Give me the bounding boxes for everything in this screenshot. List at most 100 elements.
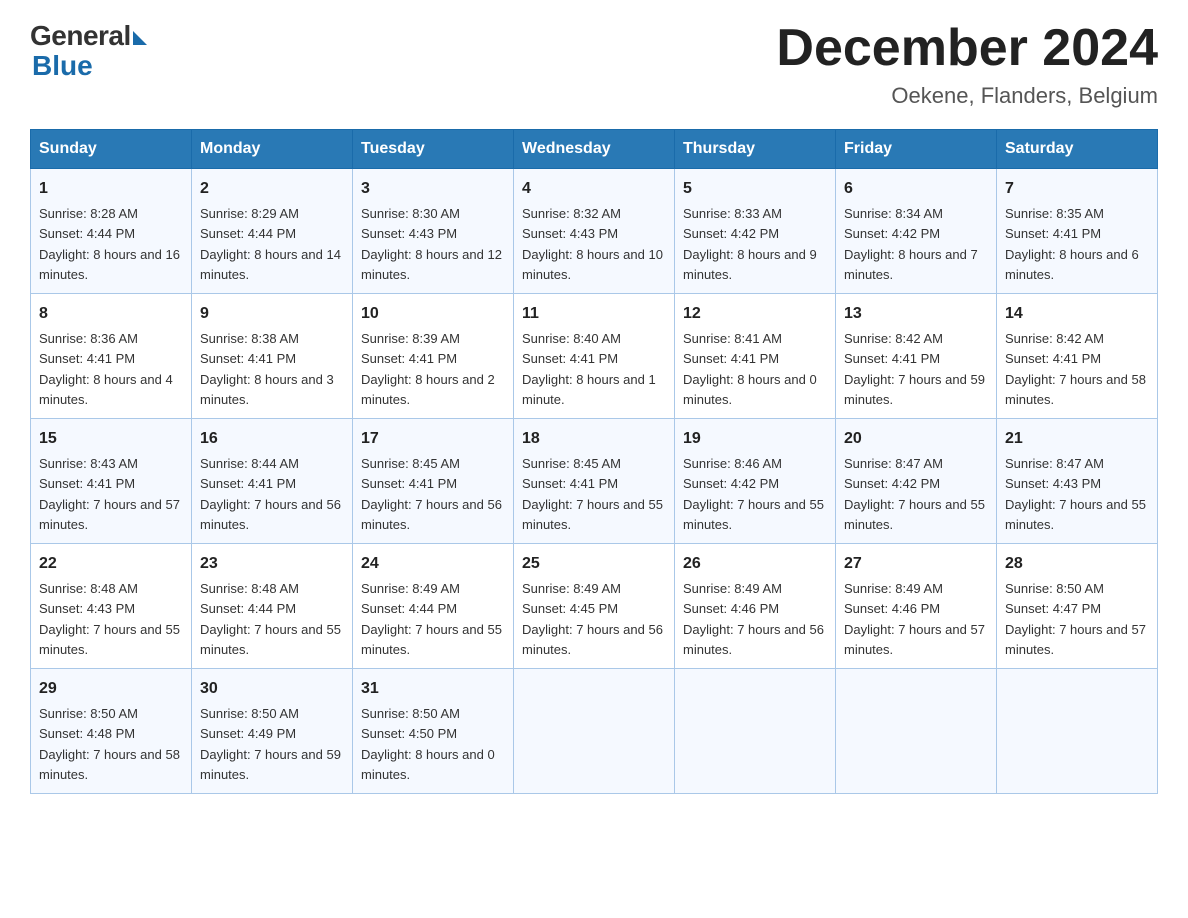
day-info: Sunrise: 8:29 AMSunset: 4:44 PMDaylight:… <box>200 206 341 282</box>
logo-blue-text: Blue <box>32 50 93 82</box>
day-number: 11 <box>522 302 666 326</box>
calendar-cell: 27Sunrise: 8:49 AMSunset: 4:46 PMDayligh… <box>836 544 997 669</box>
calendar-cell <box>836 669 997 794</box>
calendar-week-row: 1 Sunrise: 8:28 AMSunset: 4:44 PMDaylight… <box>31 169 1158 294</box>
location-subtitle: Oekene, Flanders, Belgium <box>776 83 1158 109</box>
logo: General Blue <box>30 20 147 82</box>
day-info: Sunrise: 8:49 AMSunset: 4:45 PMDaylight:… <box>522 581 663 657</box>
day-info: Sunrise: 8:49 AMSunset: 4:44 PMDaylight:… <box>361 581 502 657</box>
day-info: Sunrise: 8:50 AMSunset: 4:49 PMDaylight:… <box>200 706 341 782</box>
column-header-sunday: Sunday <box>31 130 192 169</box>
month-year-title: December 2024 <box>776 20 1158 77</box>
day-number: 23 <box>200 552 344 576</box>
calendar-cell: 4 Sunrise: 8:32 AMSunset: 4:43 PMDaylight… <box>514 169 675 294</box>
calendar-cell <box>997 669 1158 794</box>
day-number: 9 <box>200 302 344 326</box>
calendar-cell: 7Sunrise: 8:35 AMSunset: 4:41 PMDaylight… <box>997 169 1158 294</box>
day-info: Sunrise: 8:44 AMSunset: 4:41 PMDaylight:… <box>200 456 341 532</box>
day-info: Sunrise: 8:42 AMSunset: 4:41 PMDaylight:… <box>844 331 985 407</box>
day-info: Sunrise: 8:50 AMSunset: 4:47 PMDaylight:… <box>1005 581 1146 657</box>
day-info: Sunrise: 8:50 AMSunset: 4:48 PMDaylight:… <box>39 706 180 782</box>
day-number: 25 <box>522 552 666 576</box>
day-number: 3 <box>361 177 505 201</box>
day-info: Sunrise: 8:48 AMSunset: 4:43 PMDaylight:… <box>39 581 180 657</box>
calendar-cell: 1 Sunrise: 8:28 AMSunset: 4:44 PMDaylight… <box>31 169 192 294</box>
day-info: Sunrise: 8:34 AMSunset: 4:42 PMDaylight:… <box>844 206 978 282</box>
column-header-thursday: Thursday <box>675 130 836 169</box>
column-header-monday: Monday <box>192 130 353 169</box>
day-info: Sunrise: 8:47 AMSunset: 4:42 PMDaylight:… <box>844 456 985 532</box>
calendar-week-row: 8 Sunrise: 8:36 AMSunset: 4:41 PMDaylight… <box>31 294 1158 419</box>
day-info: Sunrise: 8:38 AMSunset: 4:41 PMDaylight:… <box>200 331 334 407</box>
calendar-week-row: 22Sunrise: 8:48 AMSunset: 4:43 PMDayligh… <box>31 544 1158 669</box>
day-number: 12 <box>683 302 827 326</box>
day-info: Sunrise: 8:39 AMSunset: 4:41 PMDaylight:… <box>361 331 495 407</box>
calendar-cell: 25 Sunrise: 8:49 AMSunset: 4:45 PMDayligh… <box>514 544 675 669</box>
day-number: 21 <box>1005 427 1149 451</box>
calendar-cell: 31 Sunrise: 8:50 AMSunset: 4:50 PMDayligh… <box>353 669 514 794</box>
title-block: December 2024 Oekene, Flanders, Belgium <box>776 20 1158 109</box>
day-number: 13 <box>844 302 988 326</box>
calendar-cell: 17Sunrise: 8:45 AMSunset: 4:41 PMDayligh… <box>353 419 514 544</box>
day-number: 1 <box>39 177 183 201</box>
day-number: 18 <box>522 427 666 451</box>
calendar-cell: 28 Sunrise: 8:50 AMSunset: 4:47 PMDayligh… <box>997 544 1158 669</box>
day-number: 4 <box>522 177 666 201</box>
calendar-cell: 9 Sunrise: 8:38 AMSunset: 4:41 PMDaylight… <box>192 294 353 419</box>
calendar-cell: 5 Sunrise: 8:33 AMSunset: 4:42 PMDaylight… <box>675 169 836 294</box>
day-info: Sunrise: 8:30 AMSunset: 4:43 PMDaylight:… <box>361 206 502 282</box>
calendar-cell: 18 Sunrise: 8:45 AMSunset: 4:41 PMDayligh… <box>514 419 675 544</box>
day-number: 10 <box>361 302 505 326</box>
day-number: 15 <box>39 427 183 451</box>
calendar-header-row: SundayMondayTuesdayWednesdayThursdayFrid… <box>31 130 1158 169</box>
day-number: 28 <box>1005 552 1149 576</box>
day-info: Sunrise: 8:45 AMSunset: 4:41 PMDaylight:… <box>522 456 663 532</box>
column-header-friday: Friday <box>836 130 997 169</box>
day-number: 14 <box>1005 302 1149 326</box>
calendar-week-row: 29 Sunrise: 8:50 AMSunset: 4:48 PMDayligh… <box>31 669 1158 794</box>
calendar-cell: 3 Sunrise: 8:30 AMSunset: 4:43 PMDaylight… <box>353 169 514 294</box>
day-info: Sunrise: 8:50 AMSunset: 4:50 PMDaylight:… <box>361 706 495 782</box>
calendar-cell: 10 Sunrise: 8:39 AMSunset: 4:41 PMDayligh… <box>353 294 514 419</box>
column-header-tuesday: Tuesday <box>353 130 514 169</box>
day-number: 31 <box>361 677 505 701</box>
day-info: Sunrise: 8:32 AMSunset: 4:43 PMDaylight:… <box>522 206 663 282</box>
calendar-cell: 23 Sunrise: 8:48 AMSunset: 4:44 PMDayligh… <box>192 544 353 669</box>
day-info: Sunrise: 8:42 AMSunset: 4:41 PMDaylight:… <box>1005 331 1146 407</box>
calendar-cell: 13 Sunrise: 8:42 AMSunset: 4:41 PMDayligh… <box>836 294 997 419</box>
day-info: Sunrise: 8:35 AMSunset: 4:41 PMDaylight:… <box>1005 206 1139 282</box>
calendar-cell: 15Sunrise: 8:43 AMSunset: 4:41 PMDayligh… <box>31 419 192 544</box>
calendar-cell: 6Sunrise: 8:34 AMSunset: 4:42 PMDaylight… <box>836 169 997 294</box>
day-info: Sunrise: 8:36 AMSunset: 4:41 PMDaylight:… <box>39 331 173 407</box>
day-number: 29 <box>39 677 183 701</box>
day-info: Sunrise: 8:28 AMSunset: 4:44 PMDaylight:… <box>39 206 180 282</box>
calendar-week-row: 15Sunrise: 8:43 AMSunset: 4:41 PMDayligh… <box>31 419 1158 544</box>
page-header: General Blue December 2024 Oekene, Fland… <box>30 20 1158 109</box>
calendar-cell: 11Sunrise: 8:40 AMSunset: 4:41 PMDayligh… <box>514 294 675 419</box>
day-number: 24 <box>361 552 505 576</box>
day-info: Sunrise: 8:41 AMSunset: 4:41 PMDaylight:… <box>683 331 817 407</box>
day-info: Sunrise: 8:48 AMSunset: 4:44 PMDaylight:… <box>200 581 341 657</box>
calendar-table: SundayMondayTuesdayWednesdayThursdayFrid… <box>30 129 1158 794</box>
day-number: 26 <box>683 552 827 576</box>
day-number: 30 <box>200 677 344 701</box>
calendar-cell: 19 Sunrise: 8:46 AMSunset: 4:42 PMDayligh… <box>675 419 836 544</box>
day-info: Sunrise: 8:46 AMSunset: 4:42 PMDaylight:… <box>683 456 824 532</box>
calendar-cell: 16 Sunrise: 8:44 AMSunset: 4:41 PMDayligh… <box>192 419 353 544</box>
day-number: 5 <box>683 177 827 201</box>
calendar-cell: 30 Sunrise: 8:50 AMSunset: 4:49 PMDayligh… <box>192 669 353 794</box>
calendar-cell: 29 Sunrise: 8:50 AMSunset: 4:48 PMDayligh… <box>31 669 192 794</box>
calendar-cell <box>675 669 836 794</box>
day-number: 17 <box>361 427 505 451</box>
day-number: 19 <box>683 427 827 451</box>
day-info: Sunrise: 8:33 AMSunset: 4:42 PMDaylight:… <box>683 206 817 282</box>
day-info: Sunrise: 8:47 AMSunset: 4:43 PMDaylight:… <box>1005 456 1146 532</box>
day-number: 2 <box>200 177 344 201</box>
day-number: 20 <box>844 427 988 451</box>
calendar-cell: 2 Sunrise: 8:29 AMSunset: 4:44 PMDaylight… <box>192 169 353 294</box>
day-info: Sunrise: 8:49 AMSunset: 4:46 PMDaylight:… <box>844 581 985 657</box>
calendar-cell: 24 Sunrise: 8:49 AMSunset: 4:44 PMDayligh… <box>353 544 514 669</box>
day-number: 8 <box>39 302 183 326</box>
day-number: 16 <box>200 427 344 451</box>
column-header-saturday: Saturday <box>997 130 1158 169</box>
